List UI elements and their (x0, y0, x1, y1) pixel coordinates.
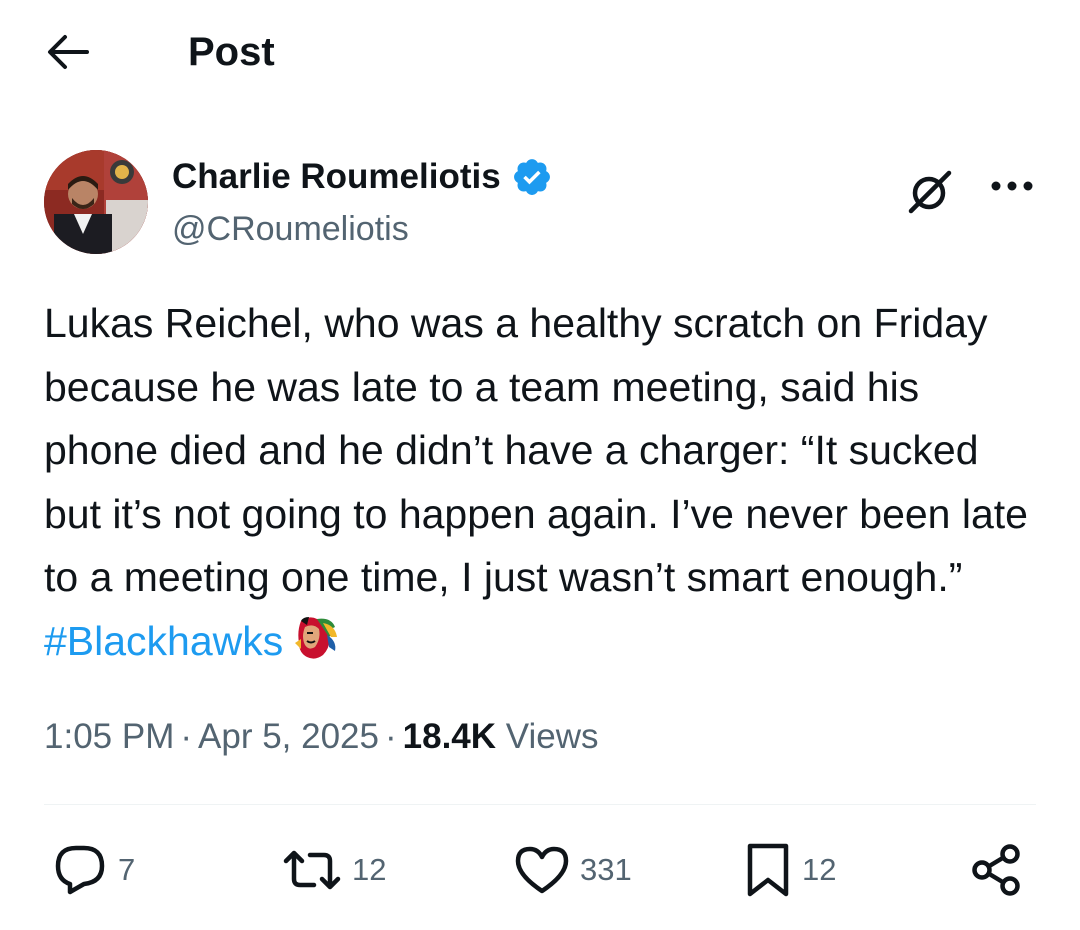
like-button[interactable]: 331 (514, 835, 632, 905)
reply-button[interactable]: 7 (52, 835, 135, 905)
display-name[interactable]: Charlie Roumeliotis (172, 156, 501, 198)
more-horizontal-icon (991, 181, 1033, 191)
bookmark-count: 12 (802, 852, 837, 887)
post-text: Lukas Reichel, who was a healthy scratch… (44, 292, 1044, 673)
action-bar: 7 12 331 12 (0, 835, 1080, 905)
bookmark-button[interactable]: 12 (744, 835, 836, 905)
grok-button[interactable] (902, 164, 958, 220)
bookmark-icon (747, 843, 789, 897)
reply-icon (55, 845, 105, 895)
blackhawks-logo-icon (295, 616, 338, 659)
arrow-left-icon (48, 35, 89, 69)
reply-count: 7 (118, 852, 136, 887)
post-author: Charlie Roumeliotis @CRoumeliotis (44, 150, 1036, 260)
hashtag-link[interactable]: #Blackhawks (44, 618, 283, 664)
share-icon (972, 844, 1020, 896)
repost-count: 12 (352, 852, 387, 887)
author-handle[interactable]: @CRoumeliotis (172, 208, 409, 250)
grok-icon (908, 170, 952, 214)
page-title: Post (188, 30, 275, 74)
post-meta: 1:05 PM · Apr 5, 2025 · 18.4K Views (44, 714, 599, 760)
meta-separator: · (384, 717, 397, 756)
like-count: 331 (580, 852, 632, 887)
post-date[interactable]: Apr 5, 2025 (198, 717, 379, 756)
back-button[interactable] (44, 28, 92, 76)
post-text-content: Lukas Reichel, who was a healthy scratch… (44, 300, 1028, 600)
share-button[interactable] (968, 835, 1024, 905)
more-options-button[interactable] (984, 166, 1040, 206)
views-count[interactable]: 18.4K (403, 717, 496, 756)
top-bar: Post (0, 0, 1080, 100)
heart-icon (515, 846, 569, 894)
meta-separator: · (180, 717, 193, 756)
avatar[interactable] (44, 150, 148, 254)
repost-button[interactable]: 12 (282, 835, 386, 905)
repost-icon (283, 850, 341, 890)
post-time[interactable]: 1:05 PM (44, 717, 174, 756)
author-name-row: Charlie Roumeliotis (172, 156, 553, 198)
divider (44, 804, 1036, 805)
verified-badge-icon (513, 159, 550, 195)
views-label: Views (505, 717, 599, 756)
